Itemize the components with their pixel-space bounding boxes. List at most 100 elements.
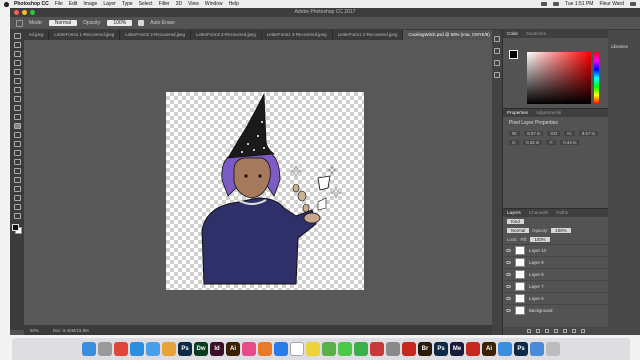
auto-erase-checkbox[interactable] — [138, 20, 145, 26]
search-icon[interactable] — [630, 2, 636, 6]
folder-icon[interactable] — [563, 329, 567, 333]
bridge-icon[interactable]: Br — [418, 342, 432, 356]
user-name[interactable]: Fleur Ward — [599, 1, 624, 7]
doc-tab-active[interactable]: CookingWitch.psd @ 50% (Ima, CMYK/8) — [403, 30, 496, 40]
calendar-icon[interactable] — [290, 342, 304, 356]
close-icon[interactable] — [14, 10, 19, 15]
libraries-label[interactable]: Libraries — [611, 44, 628, 49]
system-preferences-icon[interactable] — [386, 342, 400, 356]
layer-row[interactable]: Layer 9 — [503, 256, 608, 268]
opacity-field[interactable]: 100% — [107, 20, 133, 26]
menu-window[interactable]: Window — [205, 1, 223, 7]
shape-tool-icon[interactable] — [13, 186, 21, 192]
new-layer-icon[interactable] — [572, 329, 576, 333]
photoshop-icon[interactable]: Ps — [178, 342, 192, 356]
marquee-tool-icon[interactable] — [13, 42, 21, 48]
wifi-icon[interactable] — [541, 2, 547, 6]
tab-swatches[interactable]: Swatches — [526, 30, 546, 38]
zoom-icon[interactable] — [30, 10, 35, 15]
doc-tab[interactable]: LetterForm2 2-Recovered.jpeg — [120, 30, 191, 40]
menu-layer[interactable]: Layer — [103, 1, 116, 7]
mail-icon[interactable] — [146, 342, 160, 356]
layer-row[interactable]: Layer 6 — [503, 292, 608, 304]
visibility-eye-icon[interactable] — [506, 273, 511, 276]
menu-file[interactable]: File — [55, 1, 63, 7]
move-tool-icon[interactable] — [13, 33, 21, 39]
layer-row[interactable]: Background — [503, 304, 608, 316]
gradient-tool-icon[interactable] — [13, 132, 21, 138]
finder-2-icon[interactable] — [498, 342, 512, 356]
lasso-tool-icon[interactable] — [13, 51, 21, 57]
tab-properties[interactable]: Properties — [507, 109, 528, 117]
link-layers-icon[interactable] — [527, 329, 531, 333]
eyedropper-tool-icon[interactable] — [13, 78, 21, 84]
layer-row[interactable]: Layer 7 — [503, 280, 608, 292]
tab-adjustments[interactable]: Adjustments — [536, 109, 561, 117]
finder-icon[interactable] — [82, 342, 96, 356]
stamp-tool-icon[interactable] — [13, 105, 21, 111]
history-brush-tool-icon[interactable] — [13, 114, 21, 120]
mask-icon[interactable] — [545, 329, 549, 333]
downloads-icon[interactable] — [530, 342, 544, 356]
mode-select[interactable]: Normal — [48, 20, 78, 26]
eraser-preset-icon[interactable] — [16, 19, 23, 27]
layer-row[interactable]: Layer 8 — [503, 268, 608, 280]
visibility-eye-icon[interactable] — [506, 297, 511, 300]
photo-booth-icon[interactable] — [370, 342, 384, 356]
dodge-tool-icon[interactable] — [13, 150, 21, 156]
menu-edit[interactable]: Edit — [69, 1, 78, 7]
path-select-tool-icon[interactable] — [13, 177, 21, 183]
media-encoder-icon[interactable]: Me — [450, 342, 464, 356]
character-icon[interactable] — [494, 60, 500, 66]
adjustment-icon[interactable] — [554, 329, 558, 333]
illustrator-2-icon[interactable]: Ai — [482, 342, 496, 356]
healing-tool-icon[interactable] — [13, 87, 21, 93]
document-canvas[interactable] — [166, 92, 364, 290]
maps-icon[interactable] — [322, 342, 336, 356]
launchpad-icon[interactable] — [98, 342, 112, 356]
menu-filter[interactable]: Filter — [159, 1, 170, 7]
photoshop-3-icon[interactable]: Ps — [514, 342, 528, 356]
layer-opacity-field[interactable]: 100% — [551, 228, 571, 233]
height-field[interactable]: 8.57 in — [578, 131, 598, 136]
indesign-icon[interactable]: Id — [210, 342, 224, 356]
zoom-tool-icon[interactable] — [13, 204, 21, 210]
brush-settings-icon[interactable] — [494, 48, 500, 54]
tab-paths[interactable]: Paths — [556, 209, 568, 217]
kind-filter-select[interactable]: Kind — [507, 219, 524, 224]
menu-3d[interactable]: 3D — [176, 1, 182, 7]
menu-type[interactable]: Type — [122, 1, 133, 7]
type-tool-icon[interactable] — [13, 168, 21, 174]
pen-tool-icon[interactable] — [13, 159, 21, 165]
acrobat-2-icon[interactable] — [466, 342, 480, 356]
visibility-eye-icon[interactable] — [506, 249, 511, 252]
hand-tool-icon[interactable] — [13, 195, 21, 201]
dreamweaver-icon[interactable]: Dw — [194, 342, 208, 356]
y-field[interactable]: 0.44 in — [560, 140, 580, 145]
color-field[interactable] — [527, 52, 591, 104]
menu-select[interactable]: Select — [139, 1, 153, 7]
facetime-icon[interactable] — [354, 342, 368, 356]
tab-layers[interactable]: Layers — [507, 209, 521, 217]
doc-tab[interactable]: LetterForm1 2-Recovered.jpeg — [333, 30, 404, 40]
blur-tool-icon[interactable] — [13, 141, 21, 147]
zoom-level[interactable]: 50% — [30, 328, 39, 333]
doc-size[interactable]: Doc: 8.40M/23.8M — [53, 328, 89, 333]
link-button[interactable]: GO — [547, 131, 561, 136]
tab-color[interactable]: Color — [507, 30, 518, 38]
photos-icon[interactable] — [162, 342, 176, 356]
clock[interactable]: Tue 1:51 PM — [565, 1, 593, 7]
doc-tab[interactable]: ed.jpeg — [24, 30, 50, 40]
doc-tab[interactable]: LetterForm1 1-Recovered.jpeg — [49, 30, 121, 40]
brush-tool-icon[interactable] — [13, 96, 21, 102]
doc-tab[interactable]: LetterForm1 3-Recovered.jpeg — [262, 30, 333, 40]
photoshop-2-icon[interactable]: Ps — [434, 342, 448, 356]
battery-icon[interactable] — [553, 2, 559, 6]
history-icon[interactable] — [494, 36, 500, 42]
eraser-tool-icon[interactable] — [13, 123, 21, 129]
illustrator-icon[interactable]: Ai — [226, 342, 240, 356]
trash-icon[interactable] — [546, 342, 560, 356]
tab-channels[interactable]: Channels — [529, 209, 548, 217]
ibooks-icon[interactable] — [258, 342, 272, 356]
trash-icon[interactable] — [581, 329, 585, 333]
